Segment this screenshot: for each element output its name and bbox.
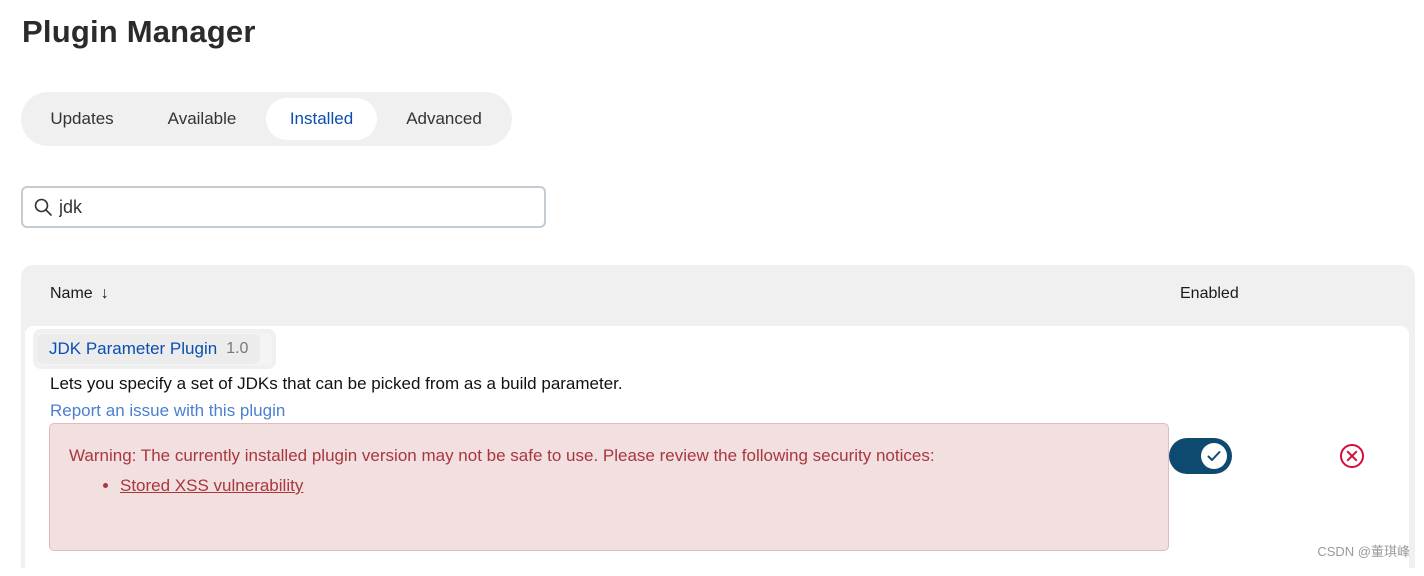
warning-text: Warning: The currently installed plugin …: [69, 446, 935, 465]
plugin-title[interactable]: JDK Parameter Plugin 1.0: [37, 334, 261, 364]
tab-available[interactable]: Available: [153, 98, 251, 140]
watermark: CSDN @董琪峰: [1317, 544, 1410, 559]
plugin-name-link[interactable]: JDK Parameter Plugin: [49, 339, 217, 359]
column-header-name-label: Name: [50, 285, 93, 302]
plugin-tabs: Updates Available Installed Advanced: [21, 92, 512, 146]
plugin-chip: JDK Parameter Plugin 1.0: [33, 329, 277, 369]
column-header-enabled: Enabled: [1180, 285, 1239, 302]
security-notice-link[interactable]: Stored XSS vulnerability: [120, 476, 303, 495]
close-circle-icon[interactable]: [1339, 443, 1365, 469]
plugin-description: Lets you specify a set of JDKs that can …: [50, 374, 623, 393]
search-box: [21, 186, 546, 228]
list-item: Stored XSS vulnerability: [120, 476, 303, 496]
tab-updates[interactable]: Updates: [33, 98, 131, 140]
sort-down-icon: ↓: [100, 285, 109, 302]
column-header-name[interactable]: Name ↓: [50, 285, 109, 303]
tab-advanced[interactable]: Advanced: [395, 98, 493, 140]
plugins-table: Name ↓ Enabled JDK Parameter Plugin 1.0 L…: [21, 265, 1415, 576]
toggle-knob: [1201, 443, 1227, 469]
table-row: JDK Parameter Plugin 1.0 Lets you specif…: [25, 326, 1409, 576]
tab-installed[interactable]: Installed: [266, 98, 377, 140]
search-icon: [34, 198, 52, 216]
enabled-toggle[interactable]: [1169, 438, 1232, 474]
page-title: Plugin Manager: [22, 14, 256, 49]
report-issue-link[interactable]: Report an issue with this plugin: [50, 401, 285, 421]
plugin-version: 1.0: [226, 340, 249, 357]
security-warning: Warning: The currently installed plugin …: [49, 423, 1169, 551]
checkmark-icon: [1207, 451, 1221, 461]
security-notice-list: Stored XSS vulnerability: [100, 476, 303, 496]
search-input[interactable]: [59, 188, 529, 226]
